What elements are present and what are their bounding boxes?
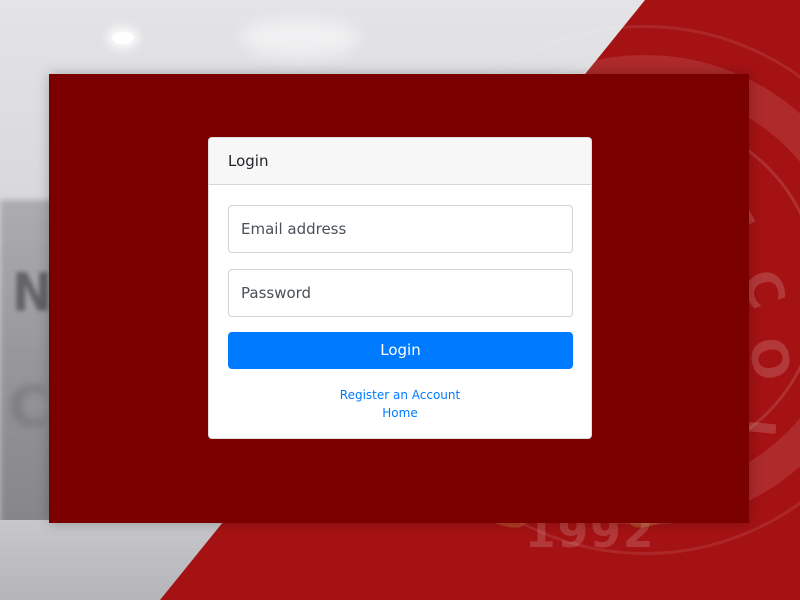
card-body: Login Register an Account Home bbox=[209, 185, 591, 438]
login-card: Login Login Register an Account Home bbox=[208, 137, 592, 439]
card-links: Register an Account Home bbox=[209, 386, 591, 422]
password-input[interactable] bbox=[228, 269, 573, 317]
email-input[interactable] bbox=[228, 205, 573, 253]
ceiling-glow bbox=[240, 18, 360, 58]
card-header: Login bbox=[209, 138, 591, 185]
ceiling-light bbox=[112, 32, 134, 44]
login-button[interactable]: Login bbox=[228, 332, 573, 369]
background-wall-lettering-lower: C bbox=[8, 375, 50, 440]
home-link[interactable]: Home bbox=[209, 404, 591, 422]
register-link[interactable]: Register an Account bbox=[209, 386, 591, 404]
